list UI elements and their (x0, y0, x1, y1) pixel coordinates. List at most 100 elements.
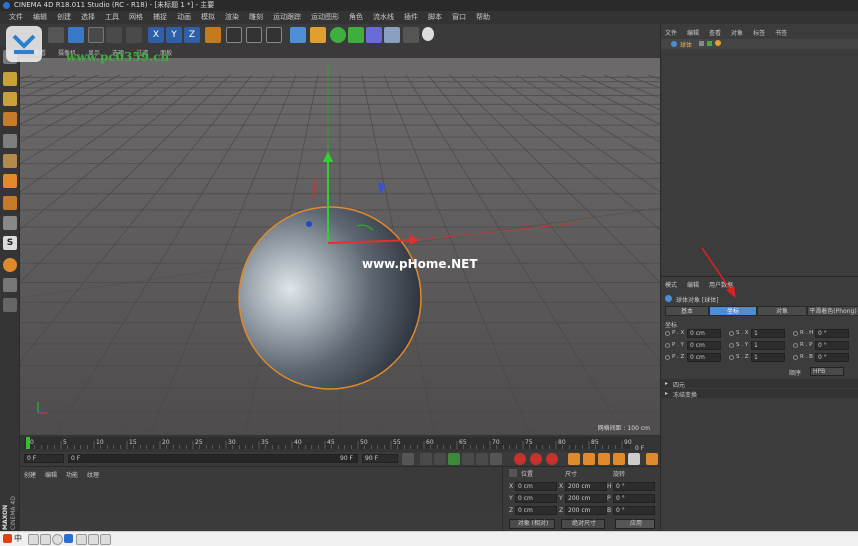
render-settings-button[interactable] (266, 27, 282, 43)
material-menu-item[interactable]: 编辑 (45, 470, 57, 479)
autokeying-button[interactable] (530, 453, 542, 465)
previous-keyframe-button[interactable] (420, 453, 432, 465)
emoji-icon[interactable] (52, 534, 63, 545)
phong-tag-icon[interactable] (715, 40, 721, 46)
keyframe-dot-icon[interactable] (729, 343, 734, 348)
workplane-button[interactable] (3, 258, 17, 272)
deformer-button[interactable] (366, 27, 382, 43)
menu-item[interactable]: 窗口 (447, 11, 471, 24)
timeline-scale[interactable]: 0 5 10 15 20 25 30 35 40 45 50 55 60 65 70 75 80 85 900 F (20, 435, 660, 452)
viewport-scene[interactable] (20, 58, 660, 435)
punctuation-icon[interactable] (40, 534, 51, 545)
size-mode-select[interactable]: 绝对尺寸 (561, 519, 605, 529)
field-value[interactable]: 0 cm (687, 329, 721, 338)
menu-item[interactable]: 动画 (172, 11, 196, 24)
field-value[interactable]: 0 ° (815, 341, 849, 350)
tweak-mode-button[interactable] (3, 216, 17, 230)
go-to-end-button[interactable] (490, 453, 502, 465)
keyframe-dot-icon[interactable] (793, 343, 798, 348)
polygons-mode-button[interactable] (3, 174, 17, 188)
record-position-button[interactable] (568, 453, 580, 465)
render-view-button[interactable] (226, 27, 242, 43)
workplane-mode-button[interactable] (3, 112, 17, 126)
keyframe-dot-icon[interactable] (793, 331, 798, 336)
z-axis-lock-button[interactable]: Z (184, 27, 200, 43)
next-frame-button[interactable] (462, 453, 474, 465)
current-frame-field[interactable]: 0 F (24, 454, 64, 463)
sphere-object[interactable] (238, 206, 422, 390)
snap-button[interactable]: S (3, 236, 17, 250)
record-active-objects-button[interactable] (514, 453, 526, 465)
menu-item[interactable]: 工具 (100, 11, 124, 24)
perspective-viewport[interactable]: 网格间距 : 100 cm www.pHome.NET (20, 58, 660, 435)
field-value[interactable]: 0 cm (687, 353, 721, 362)
spline-pen-button[interactable] (310, 27, 326, 43)
coordinate-field[interactable]: 0 cm (515, 494, 557, 503)
rotate-tool-button[interactable] (126, 27, 142, 43)
collapsed-section-freeze[interactable]: ▸ 冻结变换 (661, 389, 858, 399)
keyboard-icon[interactable] (76, 534, 87, 545)
menu-item[interactable]: 捕捉 (148, 11, 172, 24)
attribute-menu-item[interactable]: 模式 (665, 280, 677, 289)
field-value[interactable]: 0 cm (687, 341, 721, 350)
material-menu-item[interactable]: 创建 (24, 470, 36, 479)
menu-item[interactable]: 运动图形 (306, 11, 344, 24)
menu-item[interactable]: 选择 (76, 11, 100, 24)
menu-item[interactable]: 插件 (399, 11, 423, 24)
array-button[interactable] (348, 27, 364, 43)
coordinate-field[interactable]: 200 cm (565, 482, 607, 491)
object-menu-item[interactable]: 编辑 (687, 28, 699, 37)
timeline-ruler[interactable]: 0 5 10 15 20 25 30 35 40 45 50 55 60 65 70 75 80 85 90 0 F (20, 435, 660, 452)
keyframe-dot-icon[interactable] (729, 355, 734, 360)
max-frame-field[interactable]: 90 F (362, 454, 398, 463)
coordinate-field[interactable]: 200 cm (565, 506, 607, 515)
edges-mode-button[interactable] (3, 154, 17, 168)
previous-frame-button[interactable] (434, 453, 446, 465)
collapsed-section-quaternion[interactable]: ▸ 四元 (661, 379, 858, 389)
menu-item[interactable]: 帮助 (471, 11, 495, 24)
menu-item[interactable]: 运动跟踪 (268, 11, 306, 24)
record-pla-button[interactable] (628, 453, 640, 465)
keyframe-dot-icon[interactable] (793, 355, 798, 360)
keyframe-dot-icon[interactable] (665, 355, 670, 360)
coordinate-mode-select[interactable]: 对象 (相对) (509, 519, 555, 529)
microphone-icon[interactable] (64, 534, 73, 543)
visibility-check-icon[interactable] (707, 41, 712, 46)
field-value[interactable]: 1 (751, 353, 785, 362)
field-value[interactable]: 1 (751, 341, 785, 350)
object-row[interactable]: 球体 (661, 39, 858, 49)
keyframe-dot-icon[interactable] (665, 343, 670, 348)
coordinate-field[interactable]: 0 ° (613, 506, 655, 515)
object-menu-item[interactable]: 书签 (775, 28, 787, 37)
field-value[interactable]: 1 (751, 329, 785, 338)
z-axis-handle[interactable] (306, 221, 312, 227)
object-menu-item[interactable]: 文件 (665, 28, 677, 37)
keyframe-selection-button[interactable] (546, 453, 558, 465)
light-button[interactable] (422, 27, 434, 41)
material-menu-item[interactable]: 纹理 (87, 470, 99, 479)
x-axis-lock-button[interactable]: X (148, 27, 164, 43)
render-picture-viewer-button[interactable] (246, 27, 262, 43)
next-keyframe-button[interactable] (476, 453, 488, 465)
timeline-button[interactable] (646, 453, 658, 465)
coordinate-field[interactable]: 0 ° (613, 494, 655, 503)
points-mode-button[interactable] (3, 134, 17, 148)
attribute-tab[interactable]: 对象 (757, 306, 807, 316)
sogou-ime-icon[interactable] (3, 534, 12, 543)
nurbs-button[interactable] (330, 27, 346, 43)
menu-item[interactable]: 脚本 (423, 11, 447, 24)
floor-scene-button[interactable] (384, 27, 400, 43)
texture-mode-button[interactable] (3, 92, 17, 106)
coordinate-system-button[interactable] (205, 27, 221, 43)
material-menu-item[interactable]: 功能 (66, 470, 78, 479)
axis-mode-button[interactable] (3, 196, 17, 210)
object-menu-item[interactable]: 标签 (753, 28, 765, 37)
scale-tool-button[interactable] (106, 27, 122, 43)
menu-item[interactable]: 雕刻 (244, 11, 268, 24)
timeline-playhead[interactable] (26, 437, 30, 449)
toolbox-icon[interactable] (100, 534, 111, 545)
moon-icon[interactable] (28, 534, 39, 545)
apply-button[interactable]: 应用 (615, 519, 655, 529)
attribute-tab[interactable]: 平滑着色(Phong) (807, 306, 858, 316)
undo-button[interactable] (48, 27, 64, 43)
